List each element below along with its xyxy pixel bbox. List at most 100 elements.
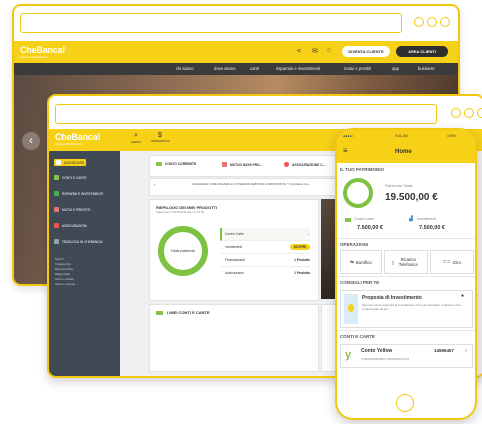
phone-icon: ▯	[391, 259, 395, 265]
sidebar-item-assicurazioni[interactable]: ASSICURAZIONI	[54, 223, 87, 228]
patrimonio-ring	[343, 178, 373, 208]
window-dots	[414, 17, 450, 27]
proposta-text: Hai una nuova proposta di investimento c…	[362, 303, 462, 311]
summary-row-finanziamenti[interactable]: Finanziamenti 1 Prodotto	[220, 254, 310, 267]
client-area-button[interactable]: AREA CLIENTI	[396, 46, 448, 57]
proposta-card[interactable]: Proposta di Investimento Hai una nuova p…	[340, 290, 473, 328]
umbrella-icon	[284, 162, 289, 167]
operazioni-title: OPERAZIONI	[340, 242, 369, 247]
signal-icon: ●●●●○	[343, 134, 354, 138]
shortcut-conto[interactable]: CONTO CORRENTE	[156, 162, 196, 166]
summary-row-assicurazioni[interactable]: Assicurazioni 1 Prodotto	[220, 267, 310, 279]
conto-number: 14566457	[434, 348, 455, 353]
summary-card: RIEPILOGO DEI MIEI PRODOTTI Aggiornato i…	[149, 199, 319, 301]
address-bar[interactable]	[55, 104, 437, 124]
nav-dove-siamo[interactable]: dove siamo	[214, 66, 235, 71]
nav-mutui[interactable]: mutui e prestiti	[344, 66, 371, 71]
link-icon: ⊂⊃	[442, 259, 451, 264]
operations-button[interactable]: $ OPERAZIONI	[151, 132, 170, 143]
nav-business[interactable]: business	[418, 66, 435, 71]
conti-label: Conti e carte	[354, 217, 375, 221]
yellow-logo-icon: y	[345, 349, 352, 361]
invest-value: 7.500,00 €	[419, 225, 445, 231]
info-icon[interactable]: ●	[461, 293, 464, 299]
sidebar-item-dashboard[interactable]: DASHBOARD	[54, 159, 87, 166]
mail-icon[interactable]: ✉	[312, 47, 318, 55]
nav-canti[interactable]: canti	[250, 66, 259, 71]
phone-device: ●●●●○ 9:41 AM 100% ≡ Home IL TUO PATRIMO…	[335, 128, 477, 420]
nav-risparmio[interactable]: risparmio e investimenti	[276, 66, 320, 71]
search-icon: ⌕	[134, 132, 138, 139]
site-header: CheBanca! Gruppo Mediobanca < ✉ ○ DIVENTA…	[14, 41, 458, 63]
summary-subtitle: Aggiornato il 30/04/2019 alle ore 15:00	[156, 210, 205, 214]
transfer-icon: ⇆	[350, 259, 354, 264]
conto-iban: IT18W0324850807 0000000001734	[361, 357, 410, 361]
summary-rows: Conti e Carte ⌄ Investimenti SCOPRI Finanz…	[220, 228, 310, 279]
home-button[interactable]	[396, 394, 414, 412]
address-bar[interactable]	[20, 13, 402, 33]
chart-icon	[54, 191, 59, 196]
phone-title: Home	[395, 149, 412, 155]
alert-text: SCEGLIERE COME PAGARE GLI INTERESSI DEBI…	[192, 182, 311, 186]
link-tasse[interactable]: Tasse e imposte	[55, 282, 75, 287]
sidebar-item-trasloca[interactable]: TRASLOCA IN CHEBANCA!	[54, 239, 103, 244]
total-label: Patrimonio Totale	[385, 184, 413, 188]
sidebar-item-mutui[interactable]: MUTUI E PRESTITI	[54, 207, 90, 212]
sidebar-item-conti[interactable]: CONTI E CARTE	[54, 175, 87, 180]
proposta-title: Proposta di Investimento	[362, 295, 422, 301]
shortcuts-bar: CONTO CORRENTE MUTUO BAYA PRO... ASSICUR…	[149, 155, 346, 177]
window-dots	[451, 108, 482, 118]
search-button[interactable]: ⌕ CERCA	[129, 132, 143, 144]
card-icon	[54, 175, 59, 180]
shortcut-assicurazione[interactable]: ASSICURAZIONE C...	[284, 162, 325, 167]
chat-icon[interactable]: ○	[327, 47, 331, 54]
op-giro[interactable]: ⊂⊃ Giro	[430, 250, 474, 274]
nav-chi-siamo[interactable]: chi siamo	[176, 66, 194, 71]
sidebar-item-investimenti[interactable]: RISPARMI E INVESTIMENTI	[54, 191, 103, 196]
brand-logo[interactable]: CheBanca! Gruppo Mediobanca	[55, 132, 100, 146]
alert-banner[interactable]: ‹ SCEGLIERE COME PAGARE GLI INTERESSI DE…	[149, 178, 346, 196]
card-icon	[156, 311, 163, 315]
op-bonifico[interactable]: ⇆ Bonifico	[340, 250, 382, 274]
dollar-icon: $	[158, 132, 162, 139]
sidebar-links: Servizi Trasparenza Bancomat Pay Mappe f…	[55, 257, 75, 287]
chevron-right-icon: ›	[465, 348, 467, 354]
card-icon	[156, 162, 162, 166]
summary-row-conti[interactable]: Conti e Carte ⌄	[220, 228, 310, 241]
site-nav: chi siamo dove siamo canti risparmio e i…	[14, 63, 458, 75]
lightbulb-icon	[344, 294, 358, 324]
invest-label: Investimenti	[417, 217, 437, 221]
patrimonio-title: IL TUO PATRIMONIO	[340, 167, 384, 172]
carousel-prev-icon[interactable]: ‹	[22, 132, 40, 150]
shortcut-mutuo[interactable]: MUTUO BAYA PRO...	[222, 162, 262, 167]
sidebar: DASHBOARD CONTI E CARTE RISPARMI E INVES…	[49, 151, 120, 376]
chevron-left-icon[interactable]: ‹	[154, 182, 155, 187]
consigli-title: CONSIGLI PER TE	[340, 280, 380, 285]
accounts-card: I MIEI CONTI E CARTE	[149, 304, 319, 372]
chart-icon: ▟	[409, 216, 413, 222]
op-ricarica[interactable]: ▯ Ricarica Telefonica	[384, 250, 428, 274]
share-icon[interactable]: <	[297, 48, 301, 55]
chevron-down-icon: ⌄	[307, 232, 310, 236]
truck-icon	[54, 239, 59, 244]
discover-button[interactable]: SCOPRI	[289, 244, 310, 250]
status-battery: 100%	[447, 134, 456, 138]
conto-row[interactable]: y Conto Yellow 14566457 › IT18W032485080…	[340, 344, 473, 368]
summary-row-investimenti[interactable]: Investimenti SCOPRI	[220, 241, 310, 254]
house-icon	[54, 207, 59, 212]
carte-title: CONTI E CARTE	[340, 334, 376, 339]
conto-name: Conto Yellow	[361, 348, 393, 354]
card-icon	[345, 218, 351, 222]
menu-icon[interactable]: ≡	[343, 146, 348, 155]
donut-label: Totale patrimonio	[170, 249, 196, 253]
phone-header: ●●●●○ 9:41 AM 100% ≡ Home	[337, 130, 475, 163]
brand-logo[interactable]: CheBanca! Gruppo Mediobanca	[20, 45, 65, 59]
home-icon	[56, 160, 61, 165]
status-time: 9:41 AM	[395, 134, 408, 138]
become-client-button[interactable]: DIVENTA CLIENTE	[342, 46, 390, 57]
umbrella-icon	[54, 223, 59, 228]
nav-app[interactable]: app	[392, 66, 399, 71]
house-icon	[222, 162, 227, 167]
total-value: 19.500,00 €	[385, 192, 438, 203]
accounts-title: I MIEI CONTI E CARTE	[167, 310, 210, 315]
